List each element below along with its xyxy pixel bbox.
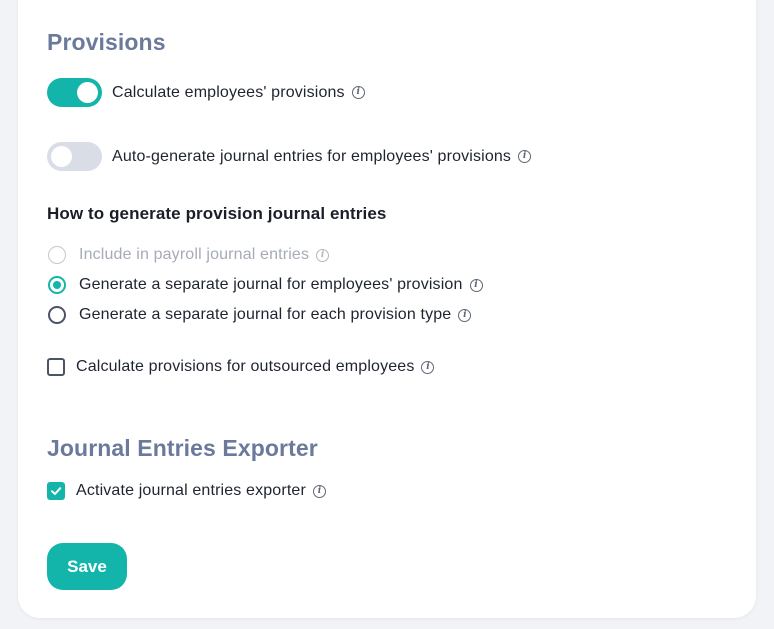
check-icon	[51, 487, 62, 495]
outsourced-provisions-row: Calculate provisions for outsourced empl…	[47, 358, 435, 376]
calculate-provisions-label: Calculate employees' provisions	[112, 83, 345, 101]
provisions-section-title: Provisions	[47, 29, 166, 55]
calculate-provisions-row: Calculate employees' provisions i	[47, 78, 365, 107]
activate-exporter-label: Activate journal entries exporter	[76, 482, 306, 499]
radio-each-provision-type[interactable]	[48, 306, 66, 324]
info-icon[interactable]: i	[316, 248, 330, 262]
exporter-section-title: Journal Entries Exporter	[47, 435, 318, 461]
info-icon[interactable]: i	[518, 150, 532, 163]
info-icon[interactable]: i	[458, 308, 472, 322]
radio-separate-journal-label: Generate a separate journal for employee…	[79, 276, 463, 293]
save-button[interactable]: Save	[47, 543, 127, 590]
radio-option-include-payroll: Include in payroll journal entries i	[48, 246, 330, 264]
radio-option-each-type: Generate a separate journal for each pro…	[48, 306, 472, 324]
radio-separate-journal[interactable]	[48, 276, 66, 294]
info-icon[interactable]: i	[312, 484, 326, 498]
settings-card: Provisions Calculate employees' provisio…	[18, 0, 756, 618]
autogen-journal-label: Auto-generate journal entries for employ…	[112, 147, 512, 165]
info-icon[interactable]: i	[351, 86, 365, 99]
outsourced-provisions-label: Calculate provisions for outsourced empl…	[76, 358, 415, 375]
activate-exporter-row: Activate journal entries exporter i	[47, 482, 326, 500]
calculate-provisions-toggle[interactable]	[47, 78, 102, 107]
radio-each-provision-type-label: Generate a separate journal for each pro…	[79, 306, 452, 323]
autogen-journal-row: Auto-generate journal entries for employ…	[47, 142, 532, 171]
info-icon[interactable]: i	[469, 278, 483, 292]
toggle-knob	[51, 146, 72, 167]
how-to-generate-heading: How to generate provision journal entrie…	[47, 204, 387, 223]
activate-exporter-checkbox[interactable]	[47, 482, 65, 500]
info-icon[interactable]: i	[421, 360, 435, 374]
radio-option-separate-journal: Generate a separate journal for employee…	[48, 276, 483, 294]
toggle-knob	[77, 82, 98, 103]
radio-include-payroll[interactable]	[48, 246, 66, 264]
radio-include-payroll-label: Include in payroll journal entries	[79, 246, 310, 263]
autogen-journal-toggle[interactable]	[47, 142, 102, 171]
outsourced-provisions-checkbox[interactable]	[47, 358, 65, 376]
